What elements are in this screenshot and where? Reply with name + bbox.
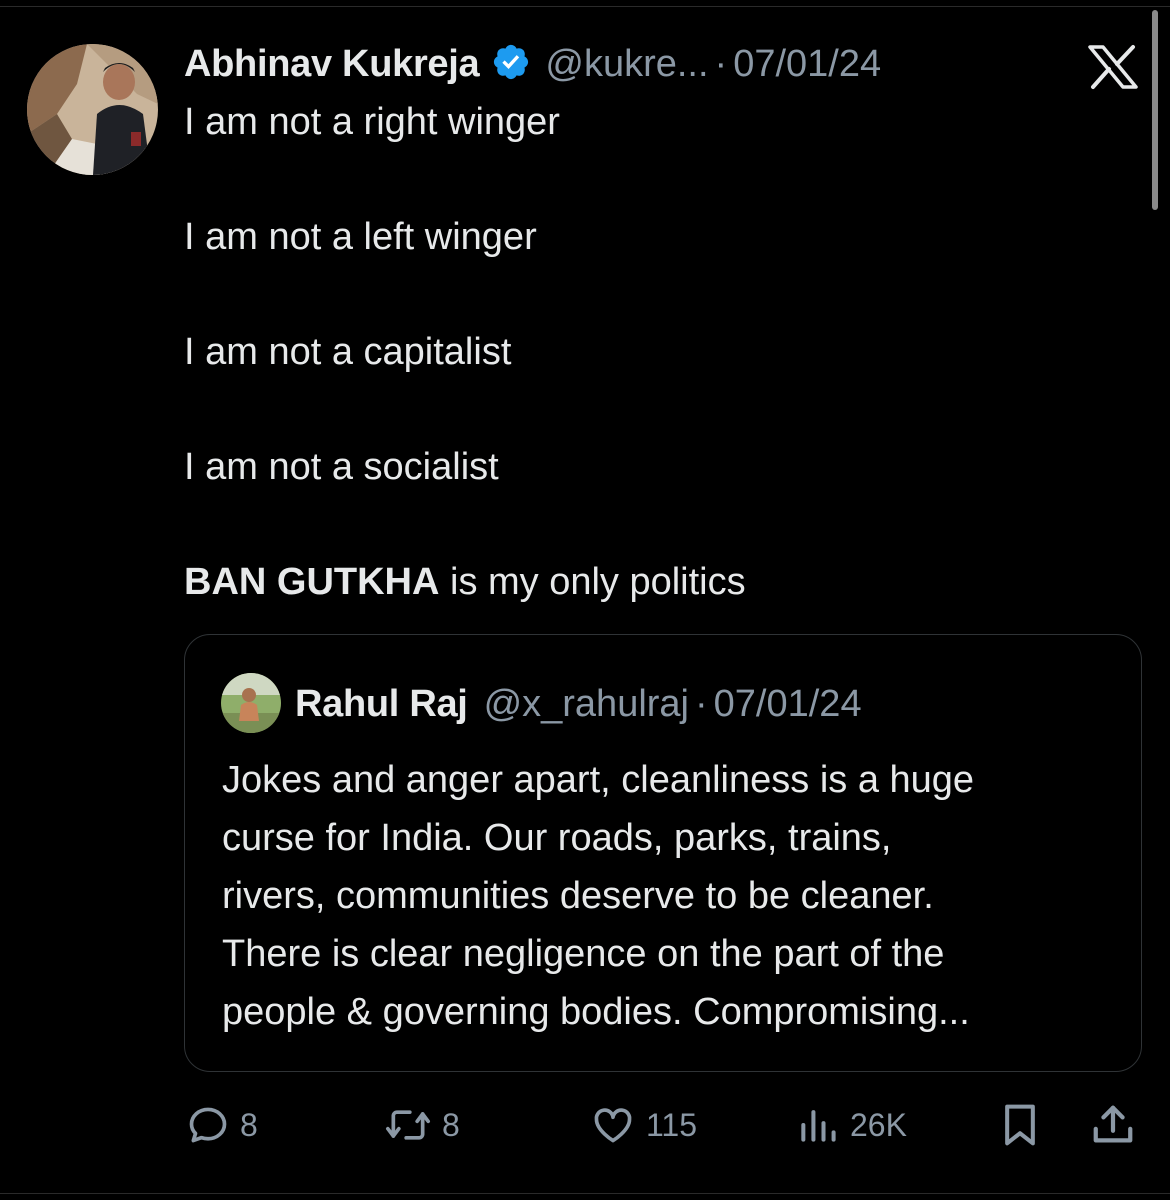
verified-badge-icon	[479, 42, 545, 87]
repost-icon	[384, 1103, 432, 1147]
reply-button[interactable]: 8	[186, 1100, 258, 1150]
share-icon	[1090, 1102, 1136, 1148]
repost-count: 8	[442, 1106, 460, 1143]
reply-icon	[186, 1103, 230, 1147]
quoted-line: curse for India. Our roads, parks, train…	[222, 817, 892, 859]
separator-dot: ·	[695, 682, 708, 725]
quoted-line: There is clear negligence on the part of…	[222, 933, 945, 975]
author-row: Abhinav Kukreja @kukre... · 07/01/24	[184, 40, 881, 88]
tweet-line-rest: is my only politics	[439, 561, 746, 603]
x-logo-icon	[1087, 44, 1139, 90]
tweet-line: I am not a capitalist	[184, 331, 512, 373]
quoted-tweet-date[interactable]: 07/01/24	[714, 683, 862, 726]
quoted-author-handle[interactable]: @x_rahulraj	[484, 683, 689, 726]
like-count: 115	[646, 1106, 698, 1143]
tweet-line: I am not a right winger	[184, 101, 560, 143]
author-name[interactable]: Abhinav Kukreja	[184, 43, 480, 86]
quoted-tweet[interactable]: Rahul Raj @x_rahulraj · 07/01/24 Jokes a…	[184, 634, 1142, 1072]
tweet-line: I am not a left winger	[184, 216, 537, 258]
tweet-text: I am not a right winger I am not a left …	[184, 98, 1134, 606]
author-avatar[interactable]	[27, 44, 158, 175]
heart-icon	[590, 1103, 636, 1147]
quoted-author-avatar[interactable]	[221, 673, 281, 733]
views-button[interactable]: 26K	[796, 1100, 907, 1150]
views-count: 26K	[850, 1106, 907, 1143]
bookmark-button[interactable]	[998, 1100, 1042, 1150]
quoted-tweet-text: Jokes and anger apart, cleanliness is a …	[222, 751, 1112, 1041]
quoted-line: Jokes and anger apart, cleanliness is a …	[222, 759, 975, 801]
quoted-line: rivers, communities deserve to be cleane…	[222, 875, 934, 917]
like-button[interactable]: 115	[590, 1100, 697, 1150]
repost-button[interactable]: 8	[384, 1100, 460, 1150]
separator-dot: ·	[714, 42, 728, 85]
quoted-author-name[interactable]: Rahul Raj	[295, 683, 468, 726]
quoted-author-row: Rahul Raj @x_rahulraj · 07/01/24	[295, 681, 862, 727]
tweet-date[interactable]: 07/01/24	[733, 43, 881, 86]
views-icon	[796, 1103, 840, 1147]
reply-count: 8	[240, 1106, 258, 1143]
author-handle[interactable]: @kukre...	[545, 43, 708, 86]
tweet-bold-text: BAN GUTKHA	[184, 561, 440, 603]
quoted-line: people & governing bodies. Compromising.…	[222, 991, 970, 1033]
tweet-line: I am not a socialist	[184, 446, 499, 488]
action-bar: 8 8 115 26K	[184, 1100, 1144, 1150]
scrollbar[interactable]	[1152, 10, 1158, 210]
share-button[interactable]	[1090, 1100, 1136, 1150]
tweet-line-last: BAN GUTKHA is my only politics	[184, 558, 1134, 606]
bookmark-icon	[998, 1101, 1042, 1149]
